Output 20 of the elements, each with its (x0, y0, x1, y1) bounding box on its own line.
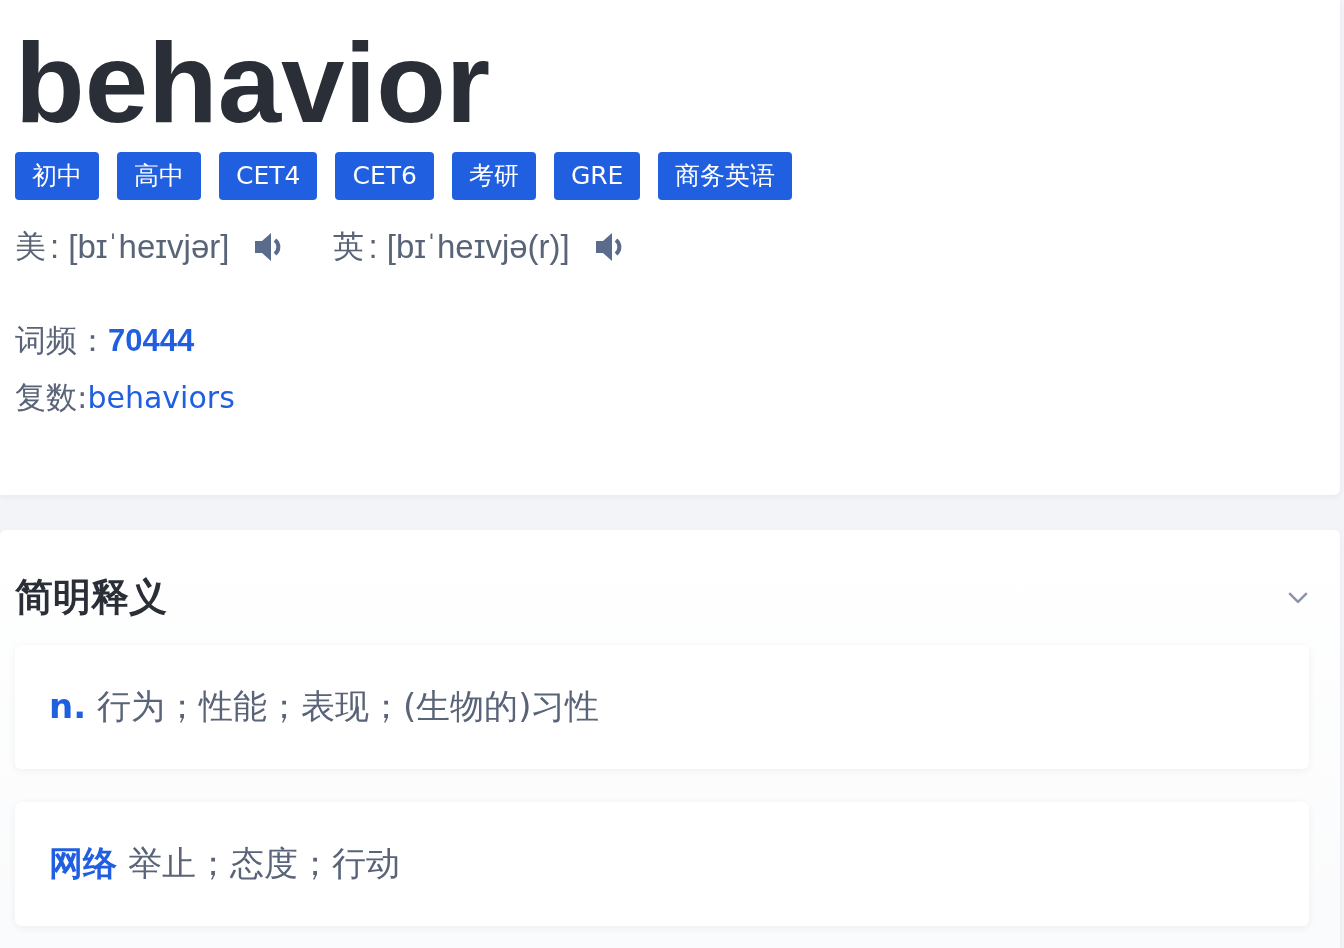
accent-label: 英 (333, 227, 365, 266)
phonetic-text: : [bɪˈheɪvjə(r)] (368, 228, 570, 266)
level-tag: 高中 (117, 152, 201, 200)
section-title: 简明释义 (15, 574, 167, 621)
plural-link[interactable]: behaviors (87, 380, 235, 415)
level-tag: 商务英语 (658, 152, 793, 200)
accent-label: 美 (15, 227, 46, 266)
phonetic-text: : [bɪˈheɪvjər] (50, 228, 230, 266)
frequency-label: 词频： (15, 322, 108, 358)
frequency-value: 70444 (108, 323, 195, 358)
plural-label: 复数: (15, 379, 88, 415)
level-tag: CET6 (335, 152, 434, 200)
headword: behavior (15, 18, 492, 148)
level-tag: GRE (553, 152, 641, 200)
chevron-down-icon[interactable] (1288, 592, 1308, 603)
level-tag: 初中 (15, 152, 99, 200)
level-tag: 考研 (451, 152, 536, 200)
level-tag: CET4 (219, 152, 318, 200)
definition-text: 网络 举止；态度；行动 (49, 842, 400, 885)
definition-text: n. 行为；性能；表现；(生物的)习性 (49, 685, 600, 728)
